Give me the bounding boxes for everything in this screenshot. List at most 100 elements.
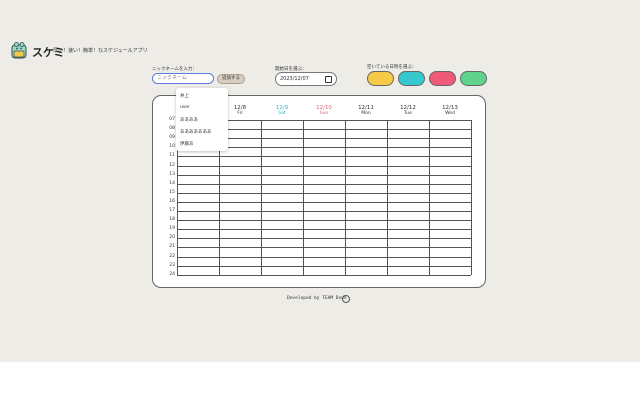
time-slot-cell[interactable] — [429, 266, 471, 275]
time-slot-cell[interactable] — [219, 166, 261, 175]
color-swatch-pink[interactable] — [429, 71, 456, 86]
time-slot-cell[interactable] — [261, 166, 303, 175]
time-slot-cell[interactable] — [177, 247, 219, 256]
time-slot-cell[interactable] — [345, 166, 387, 175]
time-slot-cell[interactable] — [429, 120, 471, 129]
time-slot-cell[interactable] — [387, 247, 429, 256]
time-slot-cell[interactable] — [303, 156, 345, 165]
time-slot-cell[interactable] — [429, 247, 471, 256]
time-slot-cell[interactable] — [345, 220, 387, 229]
time-slot-cell[interactable] — [303, 220, 345, 229]
time-slot-cell[interactable] — [177, 166, 219, 175]
time-slot-cell[interactable] — [387, 238, 429, 247]
time-slot-cell[interactable] — [261, 120, 303, 129]
time-slot-cell[interactable] — [303, 175, 345, 184]
time-slot-cell[interactable] — [177, 229, 219, 238]
time-slot-cell[interactable] — [177, 266, 219, 275]
time-slot-cell[interactable] — [177, 220, 219, 229]
time-slot-cell[interactable] — [345, 247, 387, 256]
time-slot-cell[interactable] — [303, 138, 345, 147]
time-slot-cell[interactable] — [387, 229, 429, 238]
time-slot-cell[interactable] — [177, 202, 219, 211]
time-slot-cell[interactable] — [345, 238, 387, 247]
time-slot-cell[interactable] — [261, 147, 303, 156]
color-swatch-yellow[interactable] — [367, 71, 394, 86]
time-slot-cell[interactable] — [219, 257, 261, 266]
time-slot-cell[interactable] — [177, 156, 219, 165]
time-slot-cell[interactable] — [345, 257, 387, 266]
time-slot-cell[interactable] — [261, 175, 303, 184]
time-slot-cell[interactable] — [303, 238, 345, 247]
time-slot-cell[interactable] — [261, 129, 303, 138]
time-slot-cell[interactable] — [387, 147, 429, 156]
time-slot-cell[interactable] — [429, 220, 471, 229]
time-slot-cell[interactable] — [177, 257, 219, 266]
time-slot-cell[interactable] — [303, 166, 345, 175]
time-slot-cell[interactable] — [219, 247, 261, 256]
time-slot-cell[interactable] — [345, 184, 387, 193]
time-slot-cell[interactable] — [261, 229, 303, 238]
time-slot-cell[interactable] — [345, 129, 387, 138]
time-slot-cell[interactable] — [219, 238, 261, 247]
time-slot-cell[interactable] — [219, 193, 261, 202]
suggestion-item[interactable]: あああああああ — [180, 129, 212, 135]
time-slot-cell[interactable] — [219, 175, 261, 184]
time-slot-cell[interactable] — [387, 138, 429, 147]
time-slot-cell[interactable] — [261, 266, 303, 275]
time-slot-cell[interactable] — [219, 156, 261, 165]
time-slot-cell[interactable] — [429, 147, 471, 156]
time-slot-cell[interactable] — [387, 211, 429, 220]
time-slot-cell[interactable] — [429, 193, 471, 202]
time-slot-cell[interactable] — [219, 211, 261, 220]
time-slot-cell[interactable] — [429, 138, 471, 147]
time-slot-cell[interactable] — [429, 129, 471, 138]
time-slot-cell[interactable] — [261, 138, 303, 147]
color-swatch-green[interactable] — [460, 71, 487, 86]
time-slot-cell[interactable] — [261, 238, 303, 247]
time-slot-cell[interactable] — [261, 257, 303, 266]
time-slot-cell[interactable] — [303, 202, 345, 211]
time-slot-cell[interactable] — [387, 166, 429, 175]
time-slot-cell[interactable] — [429, 156, 471, 165]
time-slot-cell[interactable] — [303, 120, 345, 129]
time-slot-cell[interactable] — [219, 184, 261, 193]
time-slot-cell[interactable] — [387, 156, 429, 165]
color-swatch-cyan[interactable] — [398, 71, 425, 86]
time-slot-cell[interactable] — [261, 156, 303, 165]
time-slot-cell[interactable] — [303, 129, 345, 138]
calendar-icon[interactable] — [325, 76, 332, 83]
time-slot-cell[interactable] — [219, 220, 261, 229]
time-slot-cell[interactable] — [429, 211, 471, 220]
time-slot-cell[interactable] — [177, 184, 219, 193]
suggestion-item[interactable]: 井上 — [180, 93, 189, 99]
time-slot-cell[interactable] — [345, 202, 387, 211]
time-slot-cell[interactable] — [303, 266, 345, 275]
time-slot-cell[interactable] — [177, 175, 219, 184]
time-slot-cell[interactable] — [345, 193, 387, 202]
time-slot-cell[interactable] — [429, 166, 471, 175]
time-slot-cell[interactable] — [345, 156, 387, 165]
time-slot-cell[interactable] — [429, 175, 471, 184]
time-slot-cell[interactable] — [387, 175, 429, 184]
time-slot-cell[interactable] — [387, 257, 429, 266]
time-slot-cell[interactable] — [261, 202, 303, 211]
time-slot-cell[interactable] — [345, 147, 387, 156]
time-slot-cell[interactable] — [303, 229, 345, 238]
time-slot-cell[interactable] — [387, 193, 429, 202]
suggestion-item[interactable]: user — [180, 105, 190, 110]
time-slot-cell[interactable] — [345, 229, 387, 238]
time-slot-cell[interactable] — [387, 202, 429, 211]
time-slot-cell[interactable] — [219, 266, 261, 275]
time-slot-cell[interactable] — [345, 120, 387, 129]
time-slot-cell[interactable] — [429, 238, 471, 247]
time-slot-cell[interactable] — [261, 193, 303, 202]
time-slot-cell[interactable] — [345, 211, 387, 220]
nickname-input[interactable]: ニックネーム — [152, 73, 214, 84]
time-slot-cell[interactable] — [261, 211, 303, 220]
time-slot-cell[interactable] — [177, 238, 219, 247]
time-slot-cell[interactable] — [261, 220, 303, 229]
time-slot-cell[interactable] — [387, 266, 429, 275]
time-slot-cell[interactable] — [303, 193, 345, 202]
time-slot-cell[interactable] — [261, 247, 303, 256]
time-slot-cell[interactable] — [219, 229, 261, 238]
